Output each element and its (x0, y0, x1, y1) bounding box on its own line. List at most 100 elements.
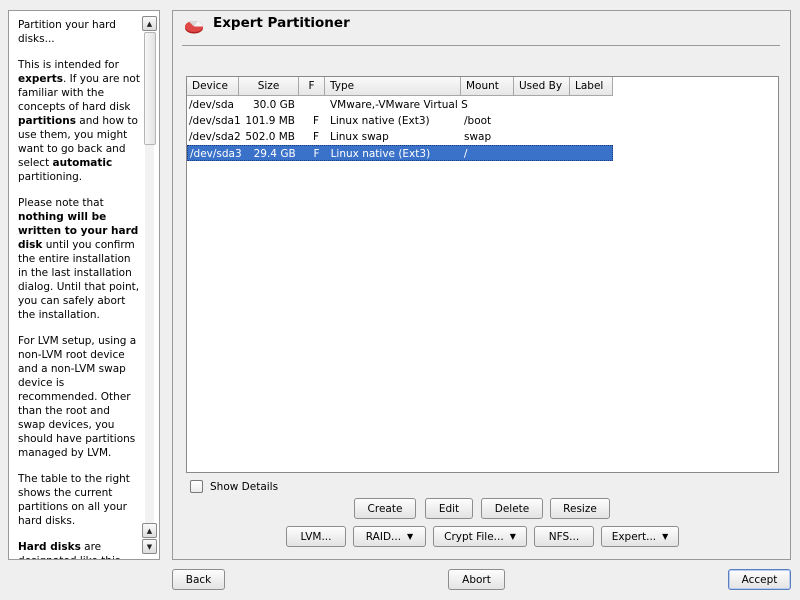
delete-button[interactable]: Delete (481, 498, 543, 519)
lvm-button[interactable]: LVM... (286, 526, 346, 547)
help-paragraph: For LVM setup, using a non-LVM root devi… (18, 334, 140, 460)
help-text-segment: For LVM setup, using a non-LVM root devi… (18, 335, 137, 459)
title-divider (182, 45, 780, 46)
accept-button-label: Accept (741, 573, 778, 586)
cell-device: /dev/sda2 (189, 131, 241, 143)
back-button-label: Back (185, 573, 212, 586)
cell-mount: / (463, 148, 468, 160)
cell-type: Linux swap (330, 131, 389, 143)
column-header-device[interactable]: Device (187, 77, 239, 96)
expert-button-label: Expert... (611, 530, 657, 543)
crypt-file-button[interactable]: Crypt File... ▼ (433, 526, 527, 547)
raid-button[interactable]: RAID... ▼ (353, 526, 426, 547)
scroll-up-button[interactable]: ▲ (142, 16, 157, 31)
cell-used-by (514, 129, 570, 145)
accept-button[interactable]: Accept (728, 569, 791, 590)
create-button-label: Create (367, 502, 403, 515)
cell-label (569, 146, 612, 160)
cell-type: VMware,-VMware Virtual S (330, 99, 468, 111)
cell-label (570, 113, 613, 129)
arrow-down-icon: ▼ (146, 542, 153, 551)
abort-button[interactable]: Abort (448, 569, 505, 590)
expert-button[interactable]: Expert... ▼ (601, 526, 679, 547)
column-header-f[interactable]: F (299, 77, 325, 96)
show-details-checkbox[interactable] (190, 480, 203, 493)
cell-f: F (312, 115, 319, 127)
cell-type: Linux native (Ext3) (330, 148, 431, 160)
help-emphasis: partitions (18, 115, 76, 127)
arrow-up-icon: ▲ (146, 19, 153, 28)
cell-mount: /boot (464, 115, 492, 127)
show-details-label: Show Details (210, 480, 279, 493)
cell-used-by (514, 97, 570, 113)
show-details-option[interactable]: Show Details (190, 480, 278, 493)
table-row[interactable]: /dev/sda 30.0 GB VMware,-VMware Virtual S (187, 97, 613, 113)
cell-mount: swap (464, 131, 492, 143)
help-panel: Partition your hard disks... This is inte… (8, 10, 160, 560)
raid-button-label: RAID... (365, 530, 402, 543)
cell-used-by (514, 146, 570, 160)
help-text-segment: Partition your hard disks... (18, 19, 116, 45)
caret-down-icon: ▼ (407, 532, 414, 541)
edit-button-label: Edit (438, 502, 460, 515)
main-panel: Expert Partitioner Device Size F Type Mo… (172, 10, 791, 560)
cell-device: /dev/sda1 (189, 115, 241, 127)
arrow-up-icon: ▲ (146, 526, 153, 535)
help-paragraph: This is intended for experts. If you are… (18, 58, 140, 184)
page-title: Expert Partitioner (213, 15, 350, 31)
help-text-segment: partitioning. (18, 171, 83, 183)
help-paragraph: Partition your hard disks... (18, 18, 140, 46)
cell-size: 502.0 MB (245, 131, 295, 143)
resize-button-label: Resize (563, 502, 597, 515)
cell-size: 30.0 GB (252, 99, 295, 111)
delete-button-label: Delete (494, 502, 530, 515)
column-header-label[interactable]: Label (570, 77, 613, 96)
help-paragraph: The table to the right shows the current… (18, 472, 140, 528)
cell-type: Linux native (Ext3) (330, 115, 430, 127)
help-text-segment: until you confirm the entire installatio… (18, 239, 140, 321)
create-button[interactable]: Create (354, 498, 416, 519)
nfs-button-label: NFS... (548, 530, 580, 543)
scrollbar-thumb[interactable] (144, 32, 156, 145)
table-row[interactable]: /dev/sda3 29.4 GB F Linux native (Ext3) / (187, 145, 613, 161)
help-text-segment: Please note that (18, 197, 104, 209)
abort-button-label: Abort (462, 573, 491, 586)
help-paragraph: Please note that nothing will be written… (18, 196, 140, 322)
column-header-type[interactable]: Type (325, 77, 461, 96)
cell-size: 101.9 MB (245, 115, 295, 127)
scroll-down-button[interactable]: ▼ (142, 539, 157, 554)
caret-down-icon: ▼ (662, 532, 669, 541)
partition-table[interactable]: Device Size F Type Mount Used By Label /… (186, 76, 779, 473)
scroll-up-button-lower[interactable]: ▲ (142, 523, 157, 538)
cell-size: 29.4 GB (253, 148, 296, 160)
column-header-mount[interactable]: Mount (461, 77, 514, 96)
edit-button[interactable]: Edit (425, 498, 473, 519)
help-emphasis: experts (18, 73, 63, 85)
cell-f (299, 97, 325, 113)
resize-button[interactable]: Resize (550, 498, 610, 519)
cell-mount (461, 97, 514, 113)
cell-used-by (514, 113, 570, 129)
help-emphasis: automatic (52, 157, 113, 169)
help-scrollbar[interactable]: ▲ ▲ ▼ (141, 12, 158, 558)
cell-device: /dev/sda (189, 99, 234, 111)
cell-f: F (313, 148, 320, 160)
caret-down-icon: ▼ (509, 532, 516, 541)
table-row[interactable]: /dev/sda1 101.9 MB F Linux native (Ext3) /bo… (187, 113, 613, 129)
help-paragraph: Hard disks are designated like this (18, 540, 140, 559)
lvm-button-label: LVM... (300, 530, 332, 543)
table-row[interactable]: /dev/sda2 502.0 MB F Linux swap swap (187, 129, 613, 145)
column-header-size[interactable]: Size (239, 77, 299, 96)
table-header: Device Size F Type Mount Used By Label (187, 77, 613, 96)
help-text-segment: This is intended for (18, 59, 119, 71)
back-button[interactable]: Back (172, 569, 225, 590)
column-header-used-by[interactable]: Used By (514, 77, 570, 96)
cell-device: /dev/sda3 (190, 148, 242, 160)
cell-label (570, 129, 613, 145)
crypt-file-button-label: Crypt File... (444, 530, 504, 543)
nfs-button[interactable]: NFS... (534, 526, 594, 547)
help-text-segment: The table to the right shows the current… (18, 473, 130, 527)
partition-pie-icon (185, 20, 204, 34)
table-body: /dev/sda 30.0 GB VMware,-VMware Virtual S /… (187, 97, 778, 161)
help-text: Partition your hard disks... This is inte… (18, 18, 140, 559)
